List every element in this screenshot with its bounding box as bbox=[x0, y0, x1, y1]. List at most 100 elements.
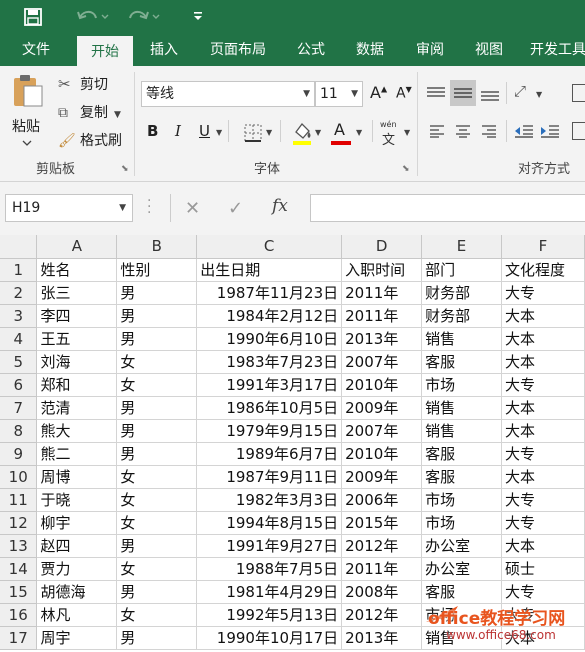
cell-name[interactable]: 李四 bbox=[36, 304, 118, 328]
cell-birth-date[interactable]: 1984年2月12日 bbox=[196, 304, 343, 328]
cell-birth-date[interactable]: 1987年9月11日 bbox=[196, 465, 343, 489]
row-header[interactable]: 15 bbox=[0, 580, 38, 604]
cell-name[interactable]: 周宇 bbox=[36, 626, 118, 650]
copy-dropdown-icon[interactable]: ▼ bbox=[114, 110, 121, 120]
tab-file[interactable]: 文件 bbox=[8, 36, 64, 66]
cell-gender[interactable]: 女 bbox=[116, 465, 198, 489]
cell-name[interactable]: 刘海 bbox=[36, 350, 118, 374]
cell-education[interactable]: 大专 bbox=[501, 488, 585, 512]
decrease-indent-icon[interactable] bbox=[514, 124, 534, 138]
align-middle-button[interactable] bbox=[450, 80, 476, 106]
cell-education[interactable]: 大专 bbox=[501, 511, 585, 535]
cell-birth-date[interactable]: 出生日期 bbox=[196, 258, 343, 282]
align-center-icon[interactable] bbox=[455, 124, 471, 138]
cell-birth-date[interactable]: 1990年6月10日 bbox=[196, 327, 343, 351]
cell-name[interactable]: 熊大 bbox=[36, 419, 118, 443]
row-header[interactable]: 8 bbox=[0, 419, 38, 443]
cell-education[interactable]: 大专 bbox=[501, 373, 585, 397]
font-name-dropdown[interactable]: 等线 ▼ bbox=[141, 81, 315, 107]
column-header[interactable]: E bbox=[421, 235, 502, 259]
cell-name[interactable]: 胡德海 bbox=[36, 580, 118, 604]
cell-gender[interactable]: 男 bbox=[116, 626, 198, 650]
cell-name[interactable]: 贾力 bbox=[36, 557, 118, 581]
row-header[interactable]: 5 bbox=[0, 350, 38, 374]
orientation-dropdown-icon[interactable]: ▼ bbox=[536, 90, 542, 99]
cell-department[interactable]: 客服 bbox=[421, 350, 502, 374]
cell-gender[interactable]: 男 bbox=[116, 580, 198, 604]
cell-hire-year[interactable]: 2012年 bbox=[341, 603, 423, 627]
tab-insert[interactable]: 插入 bbox=[138, 36, 190, 66]
cell-birth-date[interactable]: 1989年6月7日 bbox=[196, 442, 343, 466]
cell-hire-year[interactable]: 2008年 bbox=[341, 580, 423, 604]
shrink-font-button[interactable]: A▼ bbox=[396, 85, 412, 102]
cell-gender[interactable]: 男 bbox=[116, 304, 198, 328]
cell-gender[interactable]: 男 bbox=[116, 442, 198, 466]
cell-hire-year[interactable]: 2007年 bbox=[341, 350, 423, 374]
row-header[interactable]: 2 bbox=[0, 281, 38, 305]
cell-department[interactable]: 财务部 bbox=[421, 304, 502, 328]
cell-birth-date[interactable]: 1994年8月15日 bbox=[196, 511, 343, 535]
cell-education[interactable]: 硕士 bbox=[501, 557, 585, 581]
cell-birth-date[interactable]: 1986年10月5日 bbox=[196, 396, 343, 420]
increase-indent-icon[interactable] bbox=[540, 124, 560, 138]
cell-birth-date[interactable]: 1990年10月17日 bbox=[196, 626, 343, 650]
cell-education[interactable]: 大专 bbox=[501, 281, 585, 305]
cell-gender[interactable]: 女 bbox=[116, 373, 198, 397]
cell-department[interactable]: 销售 bbox=[421, 396, 502, 420]
merge-center-icon[interactable] bbox=[572, 122, 585, 140]
font-launcher-icon[interactable]: ⬊ bbox=[402, 164, 410, 174]
row-header[interactable]: 3 bbox=[0, 304, 38, 328]
cell-gender[interactable]: 女 bbox=[116, 511, 198, 535]
tab-view[interactable]: 视图 bbox=[465, 36, 513, 66]
cell-department[interactable]: 部门 bbox=[421, 258, 502, 282]
cell-department[interactable]: 办公室 bbox=[421, 534, 502, 558]
cell-education[interactable]: 大本 bbox=[501, 534, 585, 558]
row-header[interactable]: 1 bbox=[0, 258, 38, 282]
cell-birth-date[interactable]: 1982年3月3日 bbox=[196, 488, 343, 512]
fill-color-icon[interactable] bbox=[291, 120, 313, 146]
cell-education[interactable]: 大专 bbox=[501, 580, 585, 604]
clipboard-launcher-icon[interactable]: ⬊ bbox=[121, 164, 129, 174]
cell-gender[interactable]: 男 bbox=[116, 419, 198, 443]
cell-hire-year[interactable]: 2011年 bbox=[341, 281, 423, 305]
row-header[interactable]: 7 bbox=[0, 396, 38, 420]
row-header[interactable]: 6 bbox=[0, 373, 38, 397]
cut-button[interactable]: ✂ 剪切 bbox=[58, 74, 108, 94]
formula-input[interactable] bbox=[310, 194, 585, 222]
cell-hire-year[interactable]: 2007年 bbox=[341, 419, 423, 443]
cell-gender[interactable]: 女 bbox=[116, 603, 198, 627]
insert-function-icon[interactable]: fx bbox=[272, 196, 288, 216]
cell-hire-year[interactable]: 2006年 bbox=[341, 488, 423, 512]
tab-developer[interactable]: 开发工具 bbox=[524, 36, 585, 66]
cell-hire-year[interactable]: 2011年 bbox=[341, 304, 423, 328]
cell-name[interactable]: 周博 bbox=[36, 465, 118, 489]
cell-birth-date[interactable]: 1991年3月17日 bbox=[196, 373, 343, 397]
cell-gender[interactable]: 男 bbox=[116, 327, 198, 351]
underline-button[interactable]: U bbox=[199, 122, 210, 140]
undo-icon[interactable] bbox=[76, 7, 110, 27]
column-header[interactable]: B bbox=[116, 235, 198, 259]
column-header[interactable]: A bbox=[36, 235, 118, 259]
font-size-dropdown[interactable]: 11 ▼ bbox=[315, 81, 363, 107]
name-box[interactable]: H19 ▼ bbox=[5, 194, 133, 222]
cell-name[interactable]: 柳宇 bbox=[36, 511, 118, 535]
paste-dropdown-icon[interactable] bbox=[22, 140, 32, 146]
cell-gender[interactable]: 男 bbox=[116, 534, 198, 558]
bold-button[interactable]: B bbox=[147, 122, 158, 140]
cell-birth-date[interactable]: 1988年7月5日 bbox=[196, 557, 343, 581]
cell-education[interactable]: 大本 bbox=[501, 327, 585, 351]
cancel-icon[interactable]: ✕ bbox=[185, 198, 200, 219]
cell-hire-year[interactable]: 2009年 bbox=[341, 465, 423, 489]
select-all-corner[interactable] bbox=[0, 235, 38, 259]
cell-birth-date[interactable]: 1981年4月29日 bbox=[196, 580, 343, 604]
cell-birth-date[interactable]: 1987年11月23日 bbox=[196, 281, 343, 305]
redo-icon[interactable] bbox=[128, 7, 162, 27]
cell-department[interactable]: 市场 bbox=[421, 488, 502, 512]
format-painter-button[interactable]: 🖌 格式刷 bbox=[58, 130, 122, 150]
cell-birth-date[interactable]: 1991年9月27日 bbox=[196, 534, 343, 558]
cell-education[interactable]: 大本 bbox=[501, 304, 585, 328]
cell-hire-year[interactable]: 入职时间 bbox=[341, 258, 423, 282]
cell-education[interactable]: 大本 bbox=[501, 465, 585, 489]
row-header[interactable]: 4 bbox=[0, 327, 38, 351]
align-right-icon[interactable] bbox=[481, 124, 497, 138]
